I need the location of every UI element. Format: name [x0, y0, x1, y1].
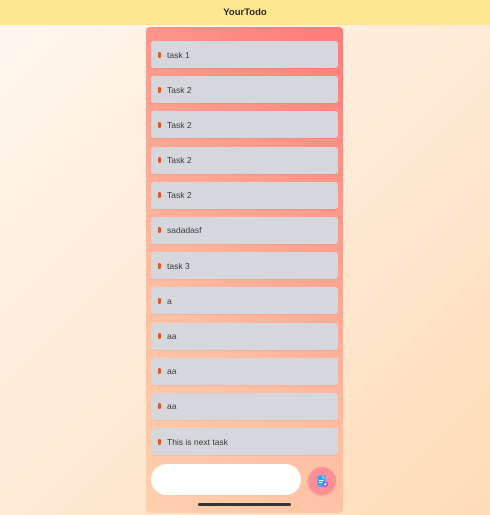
- task-label: aa: [167, 401, 177, 412]
- task-bullet: [158, 227, 161, 234]
- task-bullet: [158, 403, 161, 410]
- task-bullet: [158, 438, 161, 445]
- task-item[interactable]: aa: [151, 322, 338, 350]
- task-bullet: [158, 86, 161, 93]
- task-label: aa: [167, 366, 177, 377]
- task-bullet: [158, 121, 161, 128]
- task-label: Task 2: [167, 190, 192, 201]
- task-bullet: [158, 51, 161, 58]
- app-title: YourTodo: [223, 7, 267, 18]
- todo-panel: task 1 Task 2 Task 2 Task 2 Task 2 sadadasf ta…: [146, 27, 343, 513]
- task-label: Task 2: [167, 84, 192, 95]
- task-bullet: [158, 297, 161, 304]
- note-add-icon: [317, 475, 328, 487]
- task-item[interactable]: Task 2: [151, 76, 338, 104]
- task-label: Task 2: [167, 119, 192, 130]
- task-item[interactable]: This is next task: [151, 428, 338, 456]
- new-task-input[interactable]: [151, 464, 301, 495]
- app-header: YourTodo: [0, 0, 490, 25]
- task-label: task 1: [167, 49, 190, 60]
- task-item[interactable]: task 3: [151, 252, 338, 280]
- task-label: This is next task: [167, 436, 228, 447]
- task-item[interactable]: Task 2: [151, 181, 338, 209]
- task-bullet: [158, 157, 161, 164]
- task-label: task 3: [167, 260, 190, 271]
- task-item[interactable]: aa: [151, 392, 338, 420]
- task-bullet: [158, 333, 161, 339]
- home-indicator: [198, 503, 291, 506]
- task-item[interactable]: task 1: [151, 41, 338, 68]
- task-list: task 1 Task 2 Task 2 Task 2 Task 2 sadadasf ta…: [151, 41, 338, 463]
- task-item[interactable]: a: [151, 287, 338, 315]
- task-bullet: [158, 262, 161, 269]
- task-label: sadadasf: [167, 225, 202, 236]
- task-bullet: [158, 368, 161, 375]
- task-item[interactable]: Task 2: [151, 146, 338, 174]
- task-label: a: [167, 295, 172, 306]
- task-item[interactable]: aa: [151, 357, 338, 385]
- task-item[interactable]: Task 2: [151, 111, 338, 139]
- task-label: Task 2: [167, 155, 192, 166]
- task-label: aa: [167, 331, 177, 341]
- add-task-button[interactable]: [308, 467, 336, 495]
- task-item[interactable]: sadadasf: [151, 216, 338, 244]
- task-bullet: [158, 192, 161, 199]
